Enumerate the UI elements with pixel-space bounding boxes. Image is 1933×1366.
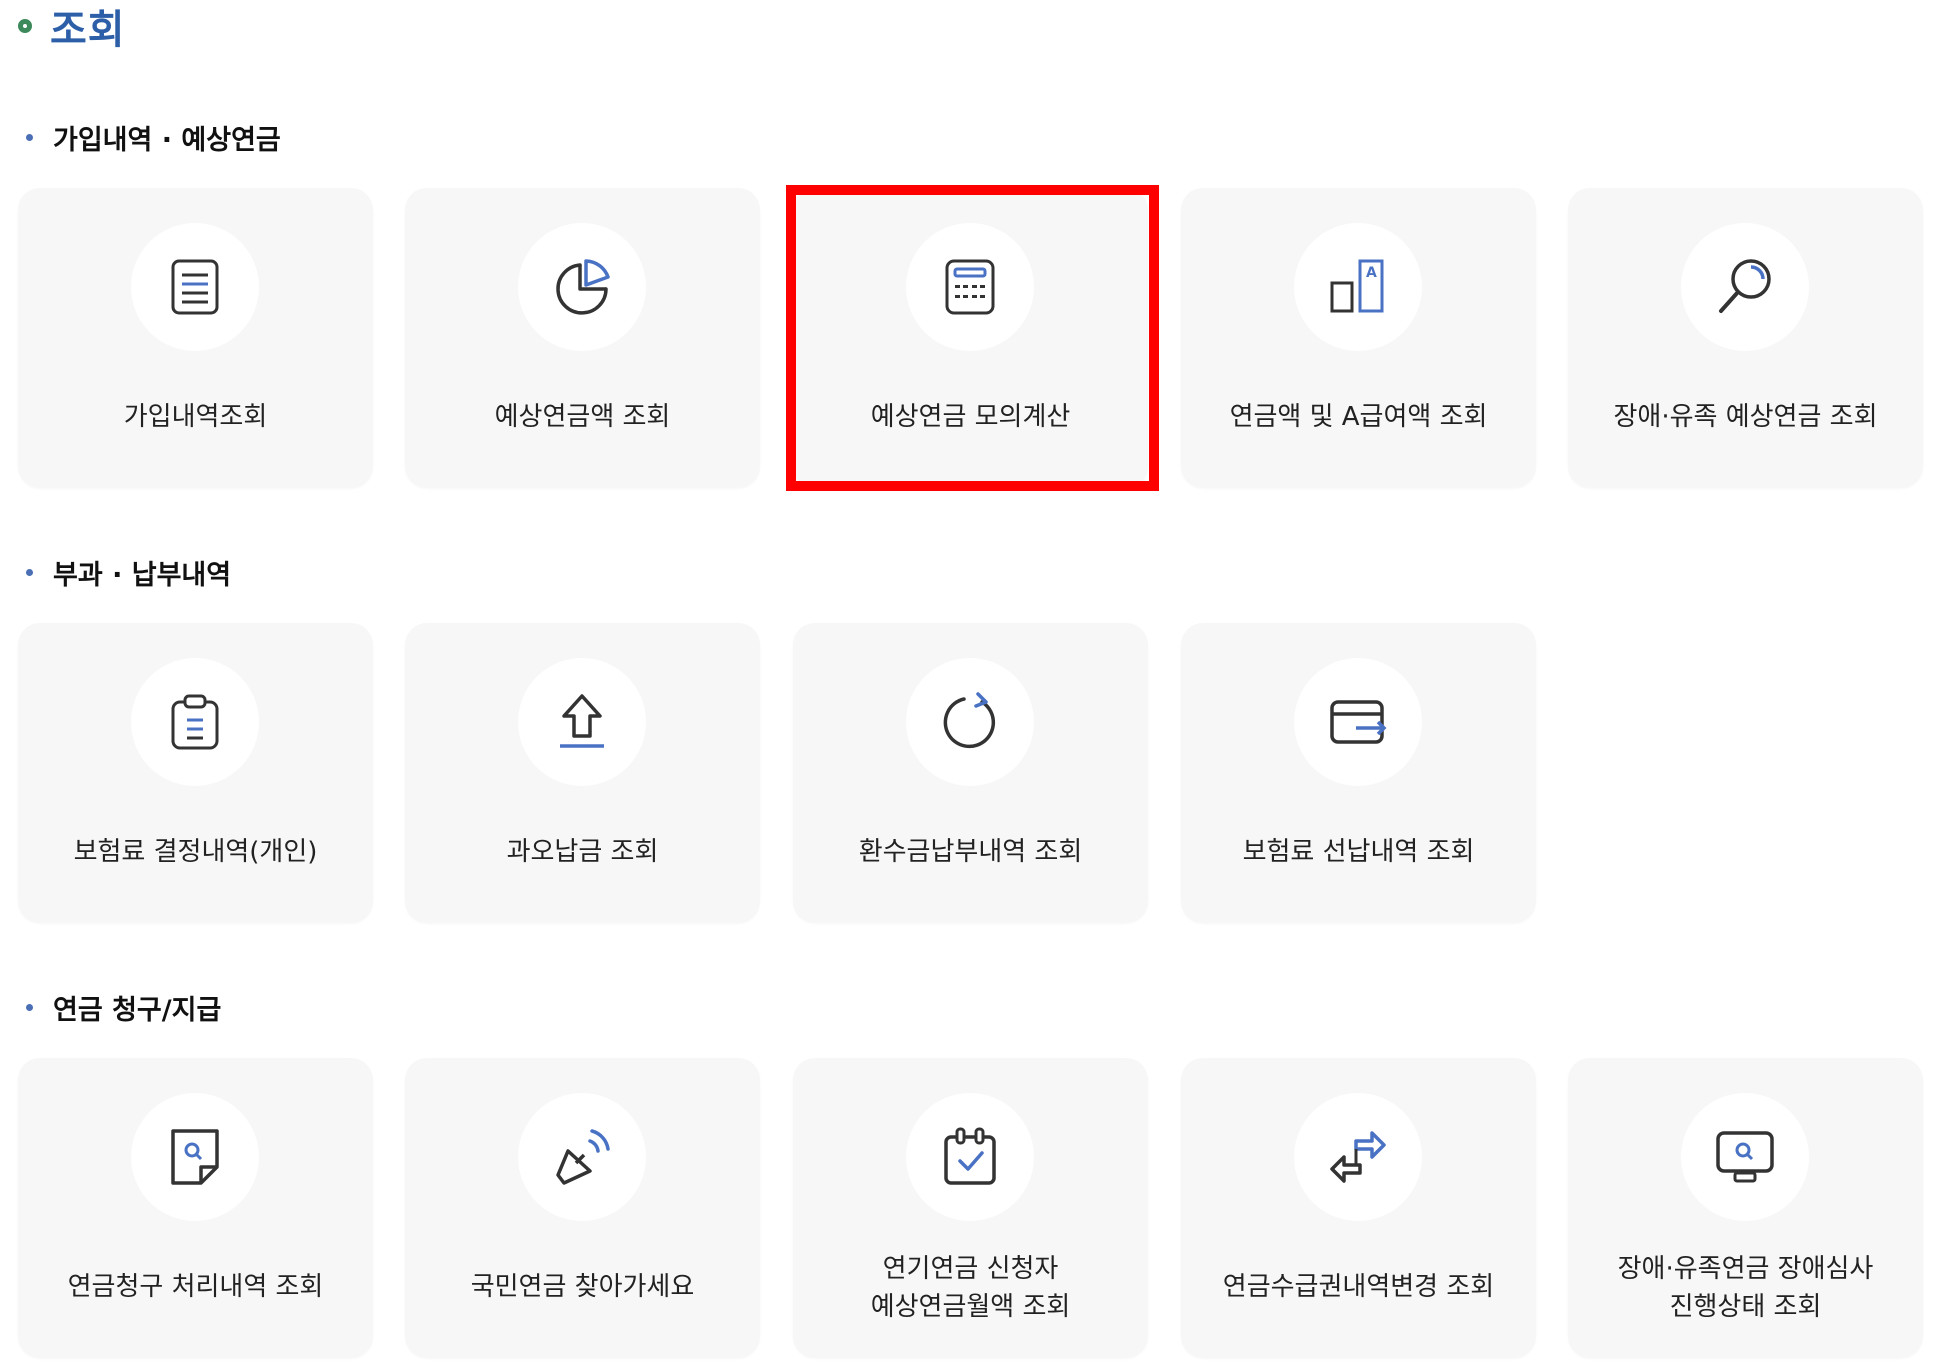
- tile-label: 장애·유족 예상연금 조회: [1613, 402, 1878, 432]
- icon-holder: [906, 1093, 1034, 1221]
- tile-entitlement-change[interactable]: 연금수급권내역변경 조회: [1181, 1058, 1536, 1358]
- tile-label: 장애·유족연금 장애심사 진행상태 조회: [1568, 1250, 1923, 1326]
- tile-label: 예상연금액 조회: [494, 402, 671, 432]
- section-title: 부과 · 납부내역: [53, 560, 232, 591]
- tile-pension-simulation[interactable]: 예상연금 모의계산: [793, 188, 1148, 488]
- icon-holder: [906, 658, 1034, 786]
- tile-label: 과오납금 조회: [506, 837, 659, 867]
- tile-refund-payment[interactable]: 환수금납부내역 조회: [793, 623, 1148, 923]
- icon-holder: [131, 658, 259, 786]
- exchange-arrows-icon: [1330, 1131, 1386, 1183]
- tile-label: 연기연금 신청자 예상연금월액 조회: [793, 1250, 1148, 1326]
- tile-premium-decision[interactable]: 보험료 결정내역(개인): [18, 623, 373, 923]
- page-title: 조회: [18, 0, 126, 54]
- tile-label-line-1: 장애·유족연금 장애심사: [1617, 1254, 1874, 1284]
- magnifier-icon: [1719, 259, 1771, 313]
- section-header-claims: 연금 청구/지급: [26, 988, 221, 1027]
- tile-label: 연금액 및 A급여액 조회: [1229, 402, 1488, 432]
- upload-arrow-icon: [560, 694, 604, 748]
- section-header-enrollment: 가입내역 · 예상연금: [26, 118, 281, 157]
- icon-holder: [131, 223, 259, 351]
- icon-holder: [1681, 223, 1809, 351]
- tile-label: 국민연금 찾아가세요: [470, 1272, 695, 1302]
- monitor-search-icon: [1716, 1131, 1774, 1183]
- bar-compare-icon: A: [1330, 259, 1384, 313]
- icon-holder: [518, 1093, 646, 1221]
- tile-label: 연금청구 처리내역 조회: [67, 1272, 324, 1302]
- refresh-icon: [943, 692, 996, 749]
- tile-label-line-1: 연기연금 신청자: [882, 1254, 1059, 1284]
- icon-holder: [1681, 1093, 1809, 1221]
- megaphone-icon: [556, 1129, 610, 1185]
- tile-expected-pension-amount[interactable]: 예상연금액 조회: [405, 188, 760, 488]
- section-bullet-icon: [26, 569, 33, 576]
- pie-chart-icon: [556, 259, 610, 315]
- tile-label: 보험료 선납내역 조회: [1242, 837, 1475, 867]
- tile-find-pension[interactable]: 국민연금 찾아가세요: [405, 1058, 760, 1358]
- section-title: 연금 청구/지급: [53, 995, 222, 1026]
- icon-holder: [131, 1093, 259, 1221]
- tile-label-line-2: 예상연금월액 조회: [870, 1292, 1071, 1322]
- tile-label: 가입내역조회: [123, 402, 268, 432]
- tile-disability-review-status[interactable]: 장애·유족연금 장애심사 진행상태 조회: [1568, 1058, 1923, 1358]
- tile-deferred-pension[interactable]: 연기연금 신청자 예상연금월액 조회: [793, 1058, 1148, 1358]
- tile-claim-processing[interactable]: 연금청구 처리내역 조회: [18, 1058, 373, 1358]
- page-title-text: 조회: [50, 7, 126, 53]
- section-bullet-icon: [26, 1004, 33, 1011]
- calculator-icon: [945, 259, 995, 315]
- icon-holder: [906, 223, 1034, 351]
- icon-holder: [518, 223, 646, 351]
- tile-label-line-2: 진행상태 조회: [1669, 1292, 1822, 1322]
- section-header-billing: 부과 · 납부내역: [26, 553, 231, 592]
- tile-label: 예상연금 모의계산: [870, 402, 1071, 432]
- tile-label: 연금수급권내역변경 조회: [1222, 1272, 1495, 1302]
- tile-label: 보험료 결정내역(개인): [73, 837, 318, 867]
- tile-label: 환수금납부내역 조회: [858, 837, 1083, 867]
- document-search-icon: [171, 1129, 219, 1185]
- tile-overpayment[interactable]: 과오납금 조회: [405, 623, 760, 923]
- calendar-check-icon: [944, 1127, 996, 1185]
- tile-pension-and-a-benefit[interactable]: A 연금액 및 A급여액 조회: [1181, 188, 1536, 488]
- tile-enrollment-history[interactable]: 가입내역조회: [18, 188, 373, 488]
- document-lines-icon: [171, 259, 219, 315]
- icon-holder: A: [1294, 223, 1422, 351]
- icon-holder: [1294, 1093, 1422, 1221]
- icon-holder: [1294, 658, 1422, 786]
- tile-disability-survivor-expected[interactable]: 장애·유족 예상연금 조회: [1568, 188, 1923, 488]
- clipboard-icon: [171, 694, 219, 750]
- card-transfer-icon: [1330, 700, 1387, 744]
- section-bullet-icon: [26, 134, 33, 141]
- icon-holder: [518, 658, 646, 786]
- tile-advance-payment[interactable]: 보험료 선납내역 조회: [1181, 623, 1536, 923]
- svg-text:A: A: [1366, 265, 1377, 281]
- section-title: 가입내역 · 예상연금: [53, 125, 281, 156]
- title-bullet-icon: [18, 19, 32, 33]
